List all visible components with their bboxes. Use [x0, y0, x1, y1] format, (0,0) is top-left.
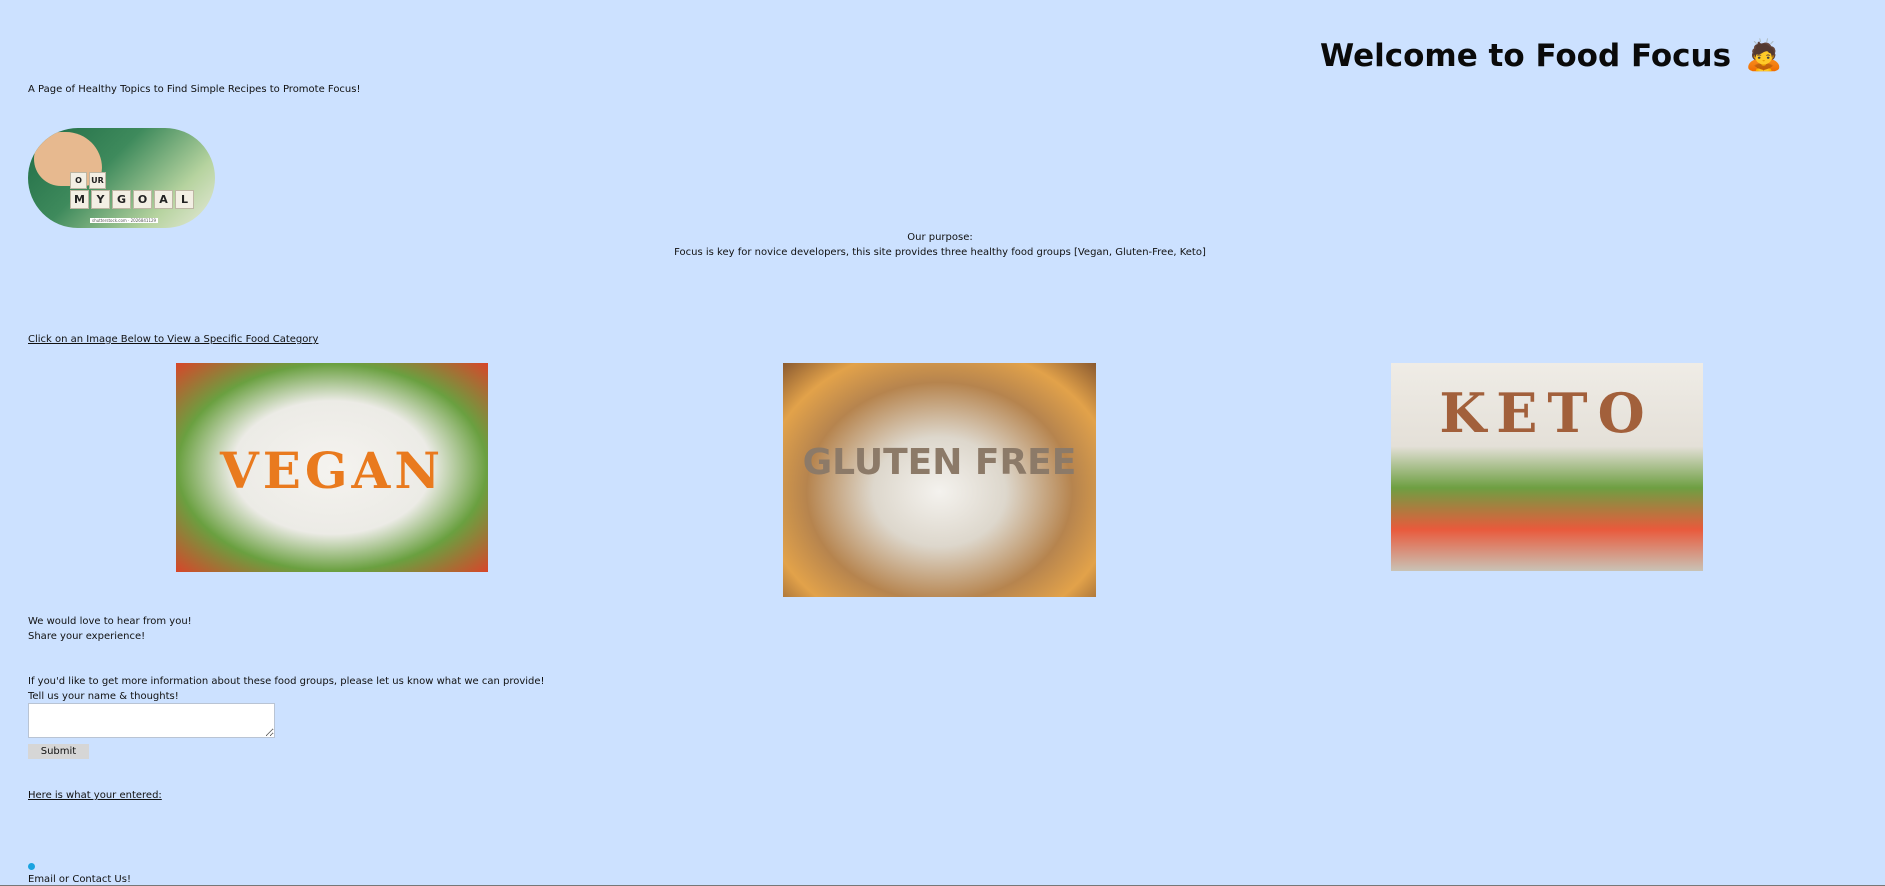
gluten-free-image-word: GLUTEN FREE	[802, 442, 1077, 483]
person-bowing-icon: 🙇	[1745, 38, 1783, 73]
purpose-section: Our purpose: Focus is key for novice dev…	[0, 230, 1880, 260]
purpose-heading: Our purpose:	[907, 232, 973, 243]
feedback-line-2: Share your experience!	[28, 631, 146, 642]
our-goal-image: O UR M Y G O A L shutterstock.com · 2026…	[28, 128, 215, 228]
list-bullet-icon	[28, 863, 35, 870]
keto-image-word: KETO	[1439, 381, 1655, 445]
info-section: If you'd like to get more information ab…	[28, 674, 545, 704]
page-title-text: Welcome to Food Focus	[1320, 38, 1732, 74]
die: A	[154, 190, 173, 209]
page-subtitle: A Page of Healthy Topics to Find Simple …	[28, 84, 361, 95]
vegan-image-word: VEGAN	[219, 441, 445, 500]
die: Y	[91, 190, 110, 209]
page-title: Welcome to Food Focus 🙇	[1320, 38, 1782, 74]
die: G	[112, 190, 131, 209]
thoughts-textarea[interactable]	[28, 703, 275, 738]
gluten-free-category-image[interactable]: GLUTEN FREE	[783, 363, 1096, 597]
die: UR	[89, 172, 106, 189]
die: L	[175, 190, 194, 209]
die: O	[70, 172, 87, 189]
info-line-2: Tell us your name & thoughts!	[28, 691, 179, 702]
purpose-text: Focus is key for novice developers, this…	[674, 247, 1206, 258]
keto-category-image[interactable]: KETO	[1391, 363, 1703, 571]
category-instruction-link[interactable]: Click on an Image Below to View a Specif…	[28, 334, 318, 345]
entered-output-link[interactable]: Here is what your entered:	[28, 790, 162, 801]
vegan-category-image[interactable]: VEGAN	[176, 363, 488, 572]
die: O	[133, 190, 152, 209]
feedback-line-1: We would love to hear from you!	[28, 616, 192, 627]
die: M	[70, 190, 89, 209]
feedback-section: We would love to hear from you! Share yo…	[28, 614, 192, 644]
submit-button[interactable]: Submit	[28, 744, 89, 759]
info-line-1: If you'd like to get more information ab…	[28, 676, 545, 687]
image-watermark: shutterstock.com · 2026841129	[90, 218, 159, 223]
dice-row: O UR M Y G O A L	[70, 172, 194, 209]
